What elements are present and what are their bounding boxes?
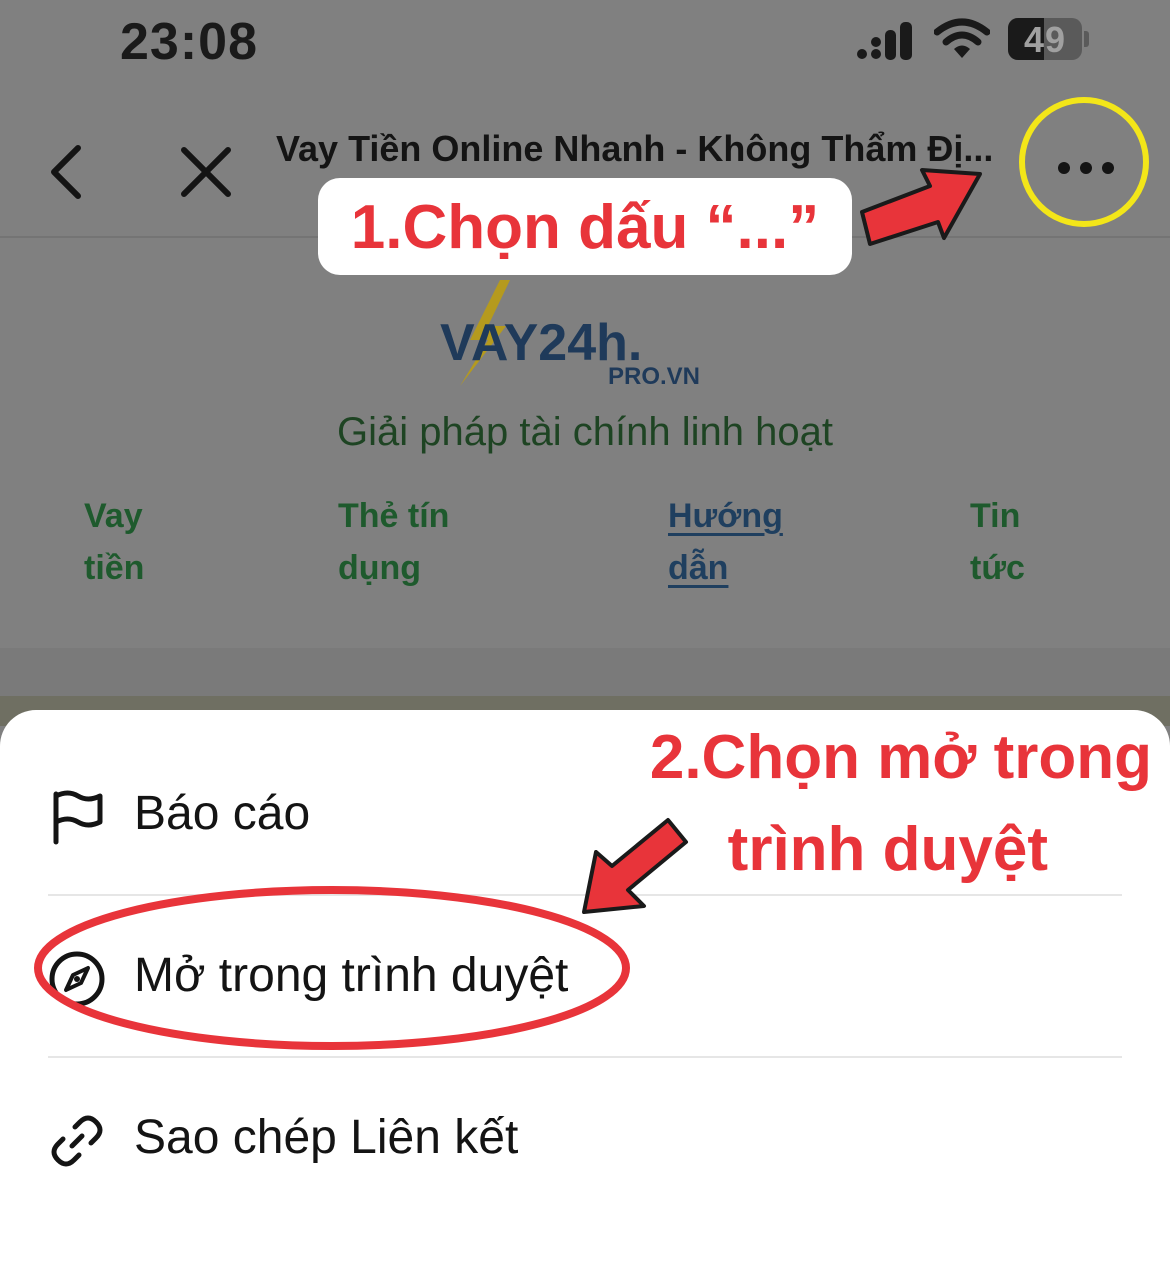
menu-item-open-in-browser[interactable]: Mở trong trình duyệt (0, 896, 1170, 1056)
page-title: Vay Tiền Online Nhanh - Không Thẩm Đị... (276, 128, 994, 169)
site-nav-item-vay-tien[interactable]: Vay tiền (84, 490, 144, 594)
logo-sub: PRO.VN (608, 363, 700, 390)
site-logo: VAY24h. PRO.VN (440, 280, 700, 390)
site-nav: Vay tiền Thẻ tín dụng Hướng dẫn Tin tức (0, 490, 1170, 600)
cellular-signal-icon (857, 22, 912, 60)
status-time: 23:08 (120, 13, 258, 71)
step-1-text: 1.Chọn dấu “...” (350, 193, 820, 262)
close-icon[interactable] (176, 142, 236, 202)
step-2-line-1: 2.Chọn mở trong (649, 723, 1152, 792)
page-divider (0, 648, 1170, 696)
menu-label-copy-link: Sao chép Liên kết (134, 1111, 519, 1164)
battery-indicator: 49 (1008, 18, 1082, 60)
flag-icon (53, 790, 103, 845)
step-1-callout: 1.Chọn dấu “...” (318, 178, 852, 275)
site-nav-item-huong-dan[interactable]: Hướng dẫn (668, 490, 783, 594)
step-2-line-2: trình duyệt (727, 815, 1048, 884)
status-bar: 23:08 49 (0, 0, 1170, 90)
menu-item-copy-link[interactable]: Sao chép Liên kết (0, 1058, 1170, 1218)
ellipsis-icon[interactable] (1026, 138, 1146, 198)
site-nav-item-the-tin-dung[interactable]: Thẻ tín dụng (338, 490, 449, 594)
menu-label-report: Báo cáo (134, 787, 311, 840)
battery-cap (1084, 31, 1089, 47)
link-icon (51, 1115, 103, 1167)
chevron-left-icon[interactable] (40, 142, 100, 202)
menu-label-open-in-browser: Mở trong trình duyệt (134, 949, 569, 1002)
wifi-icon (934, 18, 990, 58)
site-nav-item-tin-tuc[interactable]: Tin tức (970, 490, 1025, 594)
step-2-annotation: 2.Chọn mở trong trình duyệt (600, 722, 1160, 902)
site-tagline: Giải pháp tài chính linh hoạt (337, 410, 833, 454)
battery-level: 49 (1023, 19, 1067, 60)
compass-icon (49, 951, 105, 1007)
